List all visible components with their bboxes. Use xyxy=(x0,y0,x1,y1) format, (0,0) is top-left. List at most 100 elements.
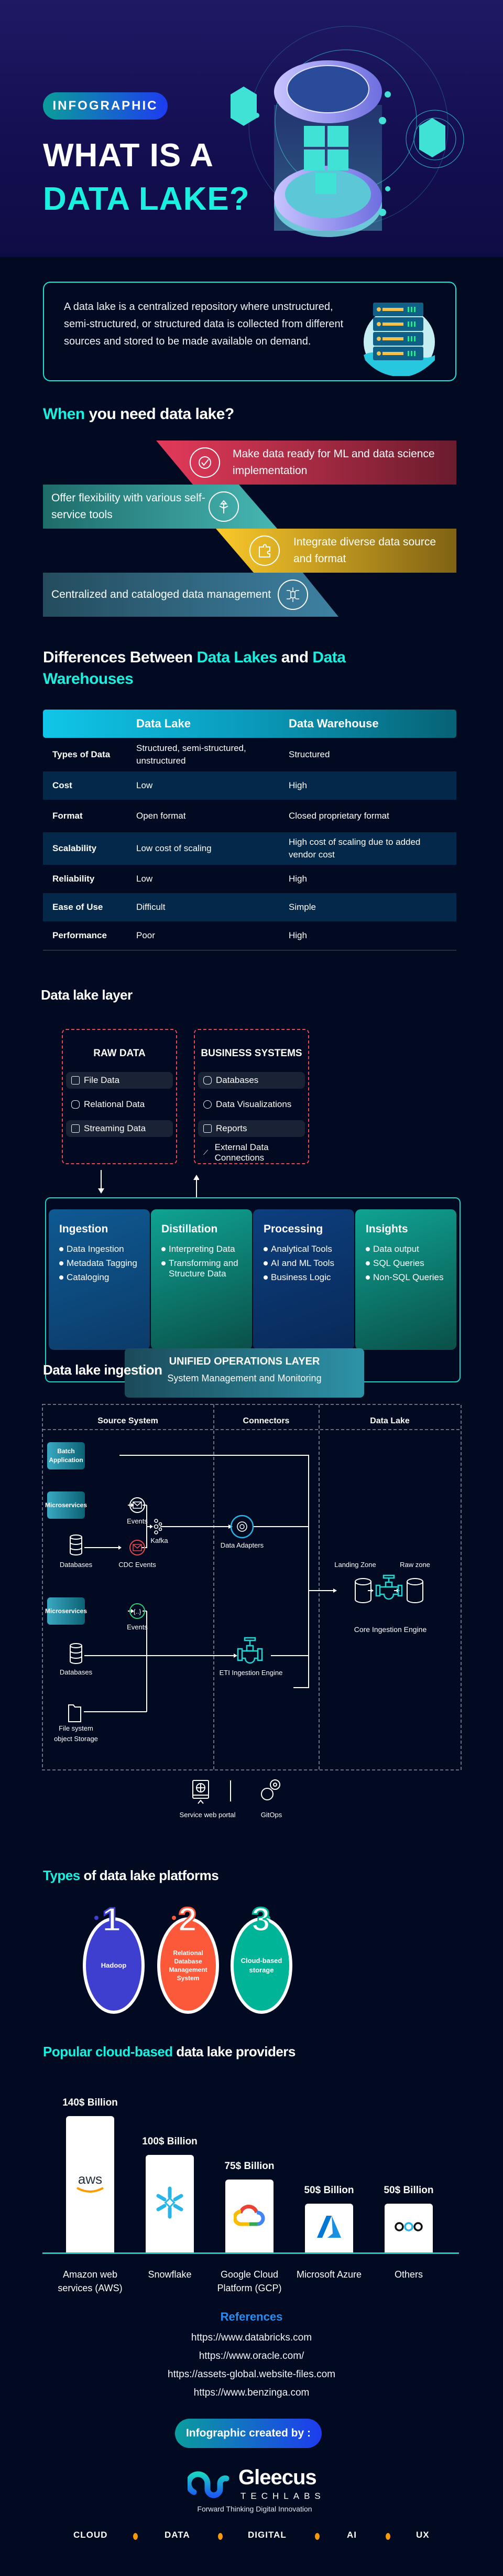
service-digital: DIGITAL xyxy=(248,2530,287,2540)
service-ux: UX xyxy=(416,2530,430,2540)
ingestion-section-title: Data lake ingestion xyxy=(43,1362,162,1378)
hero-title-line1: WHAT IS A xyxy=(43,137,214,174)
type-number-2: 2 xyxy=(178,1901,198,1938)
web-portal-icon xyxy=(192,1780,209,1804)
valve-icon-core xyxy=(375,1574,403,1600)
streaming-monitor-icon xyxy=(71,1124,80,1133)
provider-bar: aws xyxy=(66,2116,114,2252)
provider-value-label: 75$ Billion xyxy=(224,2161,275,2172)
reference-link[interactable]: https://www.databricks.com xyxy=(0,2332,503,2344)
business-item-external: ⟋ External Data Connections xyxy=(203,1142,269,1163)
valve-icon-eti xyxy=(237,1637,263,1664)
separator-dot xyxy=(386,2533,390,2540)
data-lake-layer-box: Ingestion Data Ingestion Metadata Tagging… xyxy=(45,1197,461,1398)
infographic-badge: INFOGRAPHIC xyxy=(43,92,168,120)
layer-section-title: Data lake layer xyxy=(41,987,133,1003)
business-item-databases: Databases xyxy=(198,1072,305,1089)
relational-db-icon xyxy=(71,1100,80,1109)
gleecus-logo-icon xyxy=(188,2471,229,2498)
definition-card: A data lake is a centralized repository … xyxy=(43,282,456,381)
separator-dot xyxy=(315,2533,320,2540)
reference-link[interactable]: https://www.oracle.com/ xyxy=(0,2350,503,2362)
provider-name-label: Snowflake xyxy=(148,2269,192,2280)
provider-value-label: 140$ Billion xyxy=(62,2097,118,2108)
gear-icon-data-adapters xyxy=(230,1515,254,1539)
stage-distillation: Distillation Interpreting Data Transformi… xyxy=(151,1209,252,1350)
raw-item-relational-data: Relational Data xyxy=(66,1096,173,1113)
stage-insights: Insights Data output SQL Queries Non-SQL Q… xyxy=(355,1209,456,1350)
definition-text: A data lake is a centralized repository … xyxy=(64,301,344,347)
table-row: Format Open format Closed proprietary fo… xyxy=(52,811,389,821)
col-connectors: Connectors xyxy=(243,1416,290,1425)
provider-name-label: Others xyxy=(394,2269,423,2280)
col-data-lake: Data Lake xyxy=(370,1416,410,1425)
service-cloud: CLOUD xyxy=(73,2530,108,2540)
table-row: Performance Poor High xyxy=(43,921,456,951)
svg-text:Raw zone: Raw zone xyxy=(400,1561,430,1569)
brand-name: Gleecus xyxy=(238,2466,317,2489)
svg-text:Kafka: Kafka xyxy=(150,1537,168,1544)
when-item-3: Integrate diverse data source and format xyxy=(249,529,454,573)
raw-item-file-data: File Data xyxy=(66,1072,173,1089)
service-ai: AI xyxy=(347,2530,357,2540)
svg-text:Landing Zone: Landing Zone xyxy=(334,1561,376,1569)
provider-bar xyxy=(305,2204,353,2252)
provider-name-label: Amazon web services (AWS) xyxy=(58,2269,123,2293)
when-item-4: Centralized and cataloged data managemen… xyxy=(51,573,313,617)
created-by-badge: Infographic created by : xyxy=(175,2419,322,2448)
provider-bar xyxy=(225,2180,274,2252)
provider-name-label: Microsoft Azure xyxy=(296,2269,362,2280)
providers-section-title: Popular cloud-based data lake providers xyxy=(43,2044,296,2059)
comparison-table: Data Lake Data Warehouse Types of Data S… xyxy=(43,710,456,951)
trend-line-icon: ⟋ xyxy=(203,1149,209,1156)
reference-link[interactable]: https://www.benzinga.com xyxy=(0,2387,503,2399)
gitops-label: GitOps xyxy=(261,1811,282,1819)
svg-text:Events: Events xyxy=(127,1623,148,1631)
separator-dot xyxy=(218,2533,223,2540)
stage-processing: Processing Analytical Tools AI and ML Too… xyxy=(253,1209,354,1350)
svg-text:Core Ingestion Engine: Core Ingestion Engine xyxy=(354,1625,427,1634)
svg-text:File system: File system xyxy=(59,1724,93,1732)
provider-value-label: 50$ Billion xyxy=(304,2185,354,2196)
cylinder-icon-raw xyxy=(407,1578,423,1603)
data-lake-cylinder-illustration xyxy=(231,26,464,237)
provider-bar xyxy=(385,2204,433,2252)
server-rack-icon xyxy=(364,303,435,376)
svg-text:Events: Events xyxy=(127,1517,148,1525)
portal-label: Self Service web portal xyxy=(178,1811,236,1819)
database-icon-2 xyxy=(70,1643,82,1664)
business-item-visualizations: Data Visualizations xyxy=(198,1096,305,1113)
check-circle-icon xyxy=(190,447,220,478)
reference-link[interactable]: https://assets-global.website-files.com xyxy=(0,2369,503,2380)
when-section-title: When you need data lake? xyxy=(43,405,234,423)
database-icon-1 xyxy=(70,1534,82,1555)
table-row: Ease of Use Difficult Simple xyxy=(43,893,456,921)
svg-text:{..}: {..} xyxy=(134,1608,141,1615)
report-chart-icon xyxy=(203,1124,212,1133)
svg-text:Databases: Databases xyxy=(60,1668,93,1676)
puzzle-icon xyxy=(249,535,280,566)
database-network-icon xyxy=(278,579,308,610)
hero-banner: INFOGRAPHIC WHAT IS A DATA LAKE? xyxy=(0,0,503,257)
raw-item-streaming-data: Streaming Data xyxy=(66,1120,173,1137)
aws-logo-icon: aws xyxy=(72,2170,108,2199)
batch-application-box: Batch Application xyxy=(47,1442,85,1469)
visualization-eye-icon xyxy=(203,1100,212,1109)
col-source: Source System xyxy=(97,1416,158,1425)
snowflake-logo-icon xyxy=(154,2185,185,2223)
svg-text:CDC Events: CDC Events xyxy=(118,1561,156,1569)
split-arrows-icon xyxy=(209,491,239,522)
table-row: Reliability Low High xyxy=(52,874,307,884)
microservices-box-1: Microservices xyxy=(45,1491,87,1519)
microservices-box-2: Microservices xyxy=(45,1597,87,1625)
when-item-2: Offer flexibility with various self-serv… xyxy=(51,485,250,529)
business-item-reports: Reports xyxy=(198,1120,305,1137)
others-dots-icon xyxy=(393,2220,424,2236)
ops-icons: Self Service web portal GitOps xyxy=(178,1779,282,1819)
ingestion-frame: {..} Source System Connectors Data Lake … xyxy=(42,1404,462,1770)
table-row: Cost Low High xyxy=(43,771,456,800)
stage-ingestion: Ingestion Data Ingestion Metadata Tagging… xyxy=(49,1209,150,1350)
ingestion-diagram: {..} Source System Connectors Data Lake … xyxy=(42,1399,462,1771)
type-number-1: 1 xyxy=(102,1901,122,1938)
flow-arrows xyxy=(98,1170,199,1198)
